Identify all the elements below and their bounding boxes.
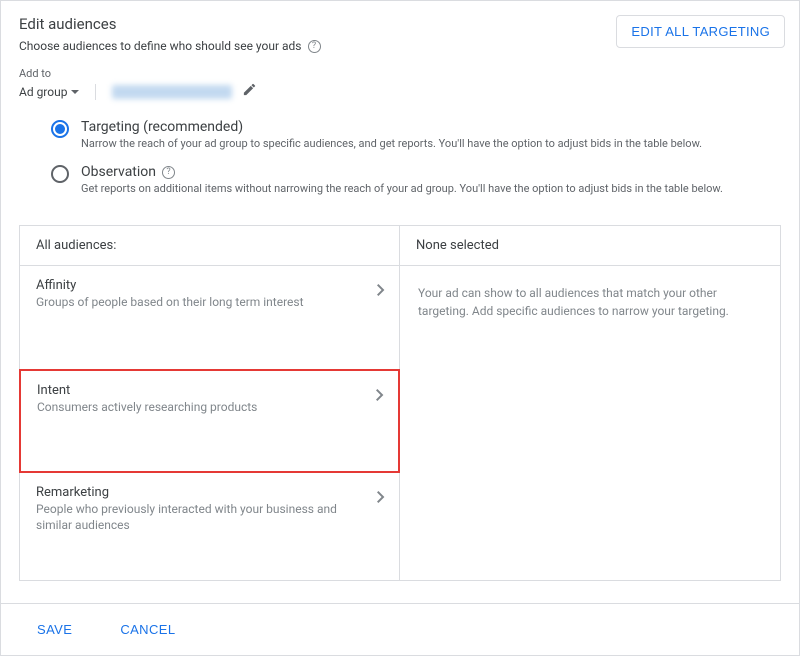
affinity-title: Affinity <box>36 278 359 293</box>
none-selected-header: None selected <box>400 226 780 266</box>
radio-unselected-icon[interactable] <box>51 165 69 183</box>
targeting-option[interactable]: Targeting (recommended) Narrow the reach… <box>51 119 759 150</box>
category-intent[interactable]: Intent Consumers actively researching pr… <box>19 369 400 473</box>
category-affinity[interactable]: Affinity Groups of people based on their… <box>20 266 399 370</box>
affinity-desc: Groups of people based on their long ter… <box>36 295 359 311</box>
targeting-desc: Narrow the reach of your ad group to spe… <box>81 137 702 150</box>
empty-state-text: Your ad can show to all audiences that m… <box>400 266 780 338</box>
intent-desc: Consumers actively researching products <box>37 400 358 416</box>
chevron-right-icon <box>377 491 385 507</box>
add-to-label: Add to <box>19 67 781 80</box>
chevron-right-icon <box>377 284 385 300</box>
remarketing-title: Remarketing <box>36 485 359 500</box>
edit-all-targeting-button[interactable]: EDIT ALL TARGETING <box>616 15 785 48</box>
caret-down-icon <box>71 90 79 94</box>
divider <box>95 84 96 100</box>
intent-title: Intent <box>37 383 358 398</box>
page-subtitle: Choose audiences to define who should se… <box>19 39 302 53</box>
chevron-right-icon <box>376 389 384 405</box>
observation-desc: Get reports on additional items without … <box>81 182 723 195</box>
category-remarketing[interactable]: Remarketing People who previously intera… <box>20 473 399 580</box>
save-button[interactable]: SAVE <box>37 622 72 637</box>
help-icon[interactable]: ? <box>308 40 321 53</box>
add-to-value: Ad group <box>19 85 67 99</box>
edit-icon[interactable] <box>242 82 257 101</box>
help-icon[interactable]: ? <box>162 166 175 179</box>
all-audiences-header: All audiences: <box>20 226 399 266</box>
observation-option[interactable]: Observation ? Get reports on additional … <box>51 164 759 195</box>
targeting-title: Targeting (recommended) <box>81 119 702 135</box>
adgroup-name-redacted <box>112 85 232 99</box>
radio-selected-icon[interactable] <box>51 120 69 138</box>
add-to-dropdown[interactable]: Ad group <box>19 85 79 99</box>
remarketing-desc: People who previously interacted with yo… <box>36 502 359 533</box>
cancel-button[interactable]: CANCEL <box>120 622 175 637</box>
observation-title: Observation <box>81 164 156 180</box>
